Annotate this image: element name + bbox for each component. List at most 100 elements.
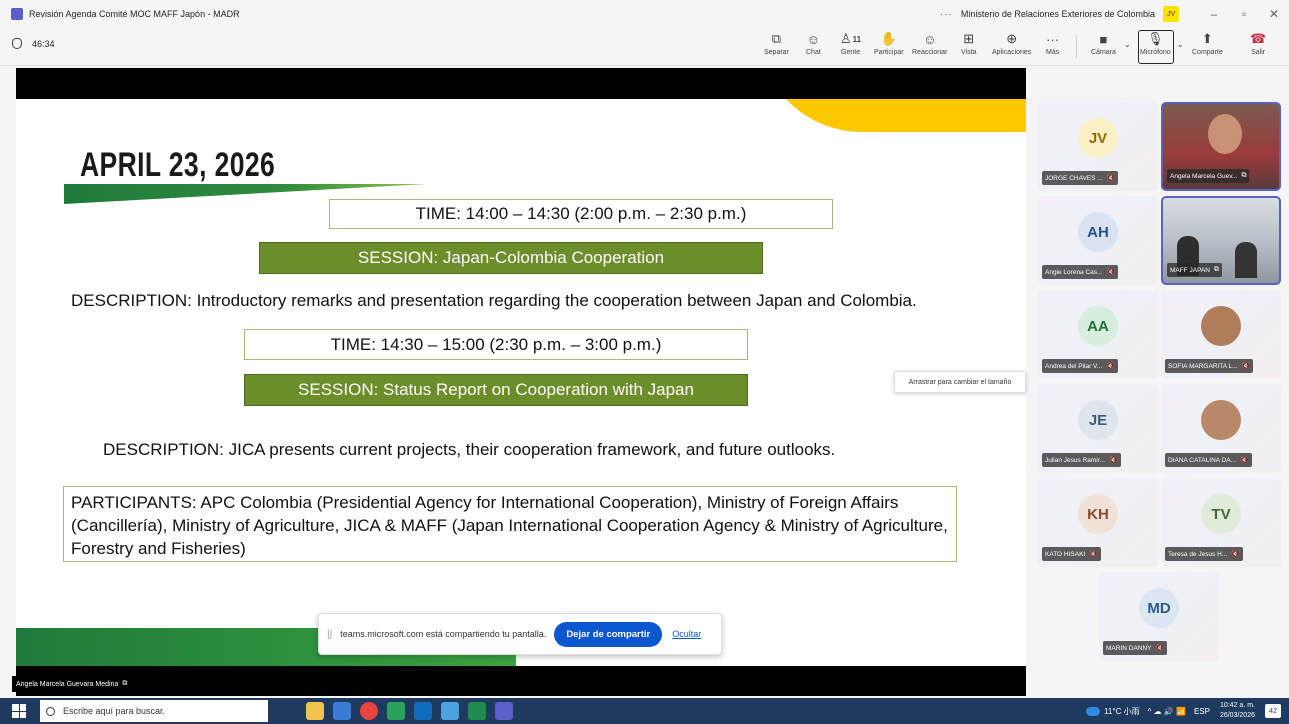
view-button[interactable]: ⊞ Vista [961,30,976,64]
tray-icons[interactable]: ^ ☁ 🔊 📶 [1148,707,1186,716]
mic-muted-icon: 🔇 [1241,363,1251,370]
window-title: Revisión Agenda Comité MOC MAFF Japón - … [29,9,240,19]
avatar: JV [1078,118,1118,158]
session-box-1: SESSION: Japan-Colombia Cooperation [259,242,763,274]
avatar: TV [1201,494,1241,534]
session-box-2: SESSION: Status Report on Cooperation wi… [244,374,748,406]
avatar: AH [1078,212,1118,252]
avatar-photo [1201,400,1241,440]
participant-tile-jv[interactable]: JV JORGE CHAVES ... 🔇 [1038,102,1158,191]
stop-sharing-button[interactable]: Dejar de compartir [554,621,663,647]
participant-name: MARIN DANNY 🔇 [1103,641,1168,655]
photos-icon[interactable] [441,702,459,720]
raise-hand-button[interactable]: ✋ Participar [874,30,904,64]
ellipsis-icon: ··· [1046,31,1060,47]
popout-icon: ⧉ [771,31,782,46]
share-icon: ⧉ [1213,266,1219,273]
avatar: KH [1078,494,1118,534]
chat-button[interactable]: ☺ Chat [806,30,821,64]
outlook-icon[interactable] [414,702,432,720]
drag-handle-icon[interactable]: || [327,629,332,640]
user-avatar[interactable]: JV [1163,6,1179,22]
notification-center-icon[interactable]: 42 [1265,704,1281,718]
more-button[interactable]: ··· Más [1046,30,1059,64]
share-icon: ⬆ [1201,31,1213,46]
slide-date: APRIL 23, 2026 [80,146,276,184]
description-2: DESCRIPTION: JICA presents current proje… [103,440,836,459]
file-explorer-icon[interactable] [306,702,324,720]
mic-muted-icon: 🔇 [1106,175,1116,182]
weather-widget[interactable]: 11°C 小雨 [1086,706,1140,717]
mic-muted-icon: 🔇 [1089,551,1098,558]
hand-icon: ✋ [880,31,897,46]
participant-tile-angela[interactable]: Angela Marcela Guev... ⧉ [1161,102,1281,191]
participant-name: Teresa de Jesus H... 🔇 [1165,547,1243,561]
teams-app-icon [11,8,23,20]
more-options-icon[interactable]: ··· [940,9,953,20]
camera-off-icon: ■ [1099,31,1108,47]
participant-tile-je[interactable]: JE Julian Jesus Ramir... 🔇 [1038,384,1158,473]
teams-icon[interactable] [495,702,513,720]
participant-name: KATO HISAKI 🔇 [1042,547,1101,561]
windows-taskbar: Escribe aquí para buscar. 11°C 小雨 ^ ☁ 🔊 … [0,698,1289,724]
search-icon [46,706,55,716]
participant-name: SOFIA MARGARITA L... 🔇 [1165,359,1254,373]
apps-button[interactable]: ⊕ Aplicaciones [992,30,1031,64]
app-icon[interactable] [387,702,405,720]
participant-tile-tv[interactable]: TV Teresa de Jesus H... 🔇 [1161,478,1281,567]
close-button[interactable]: ✕ [1259,7,1289,21]
presenter-label: Angela Marcela Guevara Medina ⧉ [12,676,132,692]
react-button[interactable]: ☺ Reaccionar [912,30,947,64]
avatar-photo [1201,306,1241,346]
window-titlebar: Revisión Agenda Comité MOC MAFF Japón - … [0,0,1289,28]
share-icon: ⧉ [1241,172,1247,179]
language-indicator[interactable]: ESP [1194,707,1210,716]
separar-button[interactable]: ⧉ Separar [764,30,789,64]
hide-link[interactable]: Ocultar [672,629,701,639]
chrome-icon[interactable] [360,702,378,720]
mic-muted-icon: 🔇 [1231,551,1240,558]
participant-video [1235,242,1257,278]
toolbar-divider [1076,34,1077,58]
participant-tile-md[interactable]: MD MARIN DANNY 🔇 [1099,572,1219,661]
participants-box: PARTICIPANTS: APC Colombia (Presidential… [63,486,957,562]
mic-off-icon: 🎙 [1147,31,1164,46]
shared-screen: APRIL 23, 2026 TIME: 14:00 – 14:30 (2:00… [16,68,1026,696]
organization-name: Ministerio de Relaciones Exteriores de C… [960,9,1155,19]
windows-start-icon[interactable] [12,704,26,718]
shield-icon [12,38,22,49]
share-button[interactable]: ⬆ Comparte [1192,30,1223,64]
restore-button[interactable]: ▫ [1229,7,1259,21]
smile-icon: ☺ [923,31,937,47]
mic-options-chevron-icon[interactable]: ⌄ [1177,40,1184,49]
share-message: teams.microsoft.com está compartiendo tu… [340,629,547,639]
camera-options-chevron-icon[interactable]: ⌄ [1124,40,1131,49]
edge-icon[interactable] [333,702,351,720]
timer-text: 46:34 [32,38,55,49]
participant-tile-kh[interactable]: KH KATO HISAKI 🔇 [1038,478,1158,567]
taskbar-search-input[interactable]: Escribe aquí para buscar. [40,700,268,722]
minimize-button[interactable]: – [1199,7,1229,21]
taskbar-clock[interactable]: 10:42 a. m. 26/03/2026 [1220,701,1255,721]
slide-top-bar [16,68,1026,99]
share-status-icon: ⧉ [122,680,128,687]
leave-button[interactable]: ☎ Salir [1250,30,1266,64]
participant-name: MAFF JAPAN ⧉ [1167,263,1222,277]
participant-name: Andrea del Pilar V... 🔇 [1042,359,1118,373]
cloud-rain-icon [1086,706,1101,716]
participant-gallery: JV JORGE CHAVES ... 🔇 Angela Marcela Guev… [1034,68,1289,696]
participant-tile-diana[interactable]: DIANA CATALINA DA... 🔇 [1161,384,1281,473]
participant-name: Angela Marcela Guev... ⧉ [1167,169,1250,183]
avatar: AA [1078,306,1118,346]
mic-muted-icon: 🔇 [1108,457,1118,464]
people-button[interactable]: ♙ 11 Gente [840,30,861,64]
participant-tile-sofia[interactable]: SOFIA MARGARITA L... 🔇 [1161,290,1281,379]
microphone-button[interactable]: 🎙 Micrófono [1140,30,1171,64]
participant-tile-maff[interactable]: MAFF JAPAN ⧉ [1161,196,1281,285]
participant-tile-aa[interactable]: AA Andrea del Pilar V... 🔇 [1038,290,1158,379]
participant-name: Angie Lorena Cas... 🔇 [1042,265,1119,279]
meeting-toolbar: 46:34 ⧉ Separar ☺ Chat ♙ 11 Gente ✋ Parti… [0,28,1289,66]
participant-tile-ah[interactable]: AH Angie Lorena Cas... 🔇 [1038,196,1158,285]
excel-icon[interactable] [468,702,486,720]
camera-button[interactable]: ■ Cámara [1091,30,1116,64]
